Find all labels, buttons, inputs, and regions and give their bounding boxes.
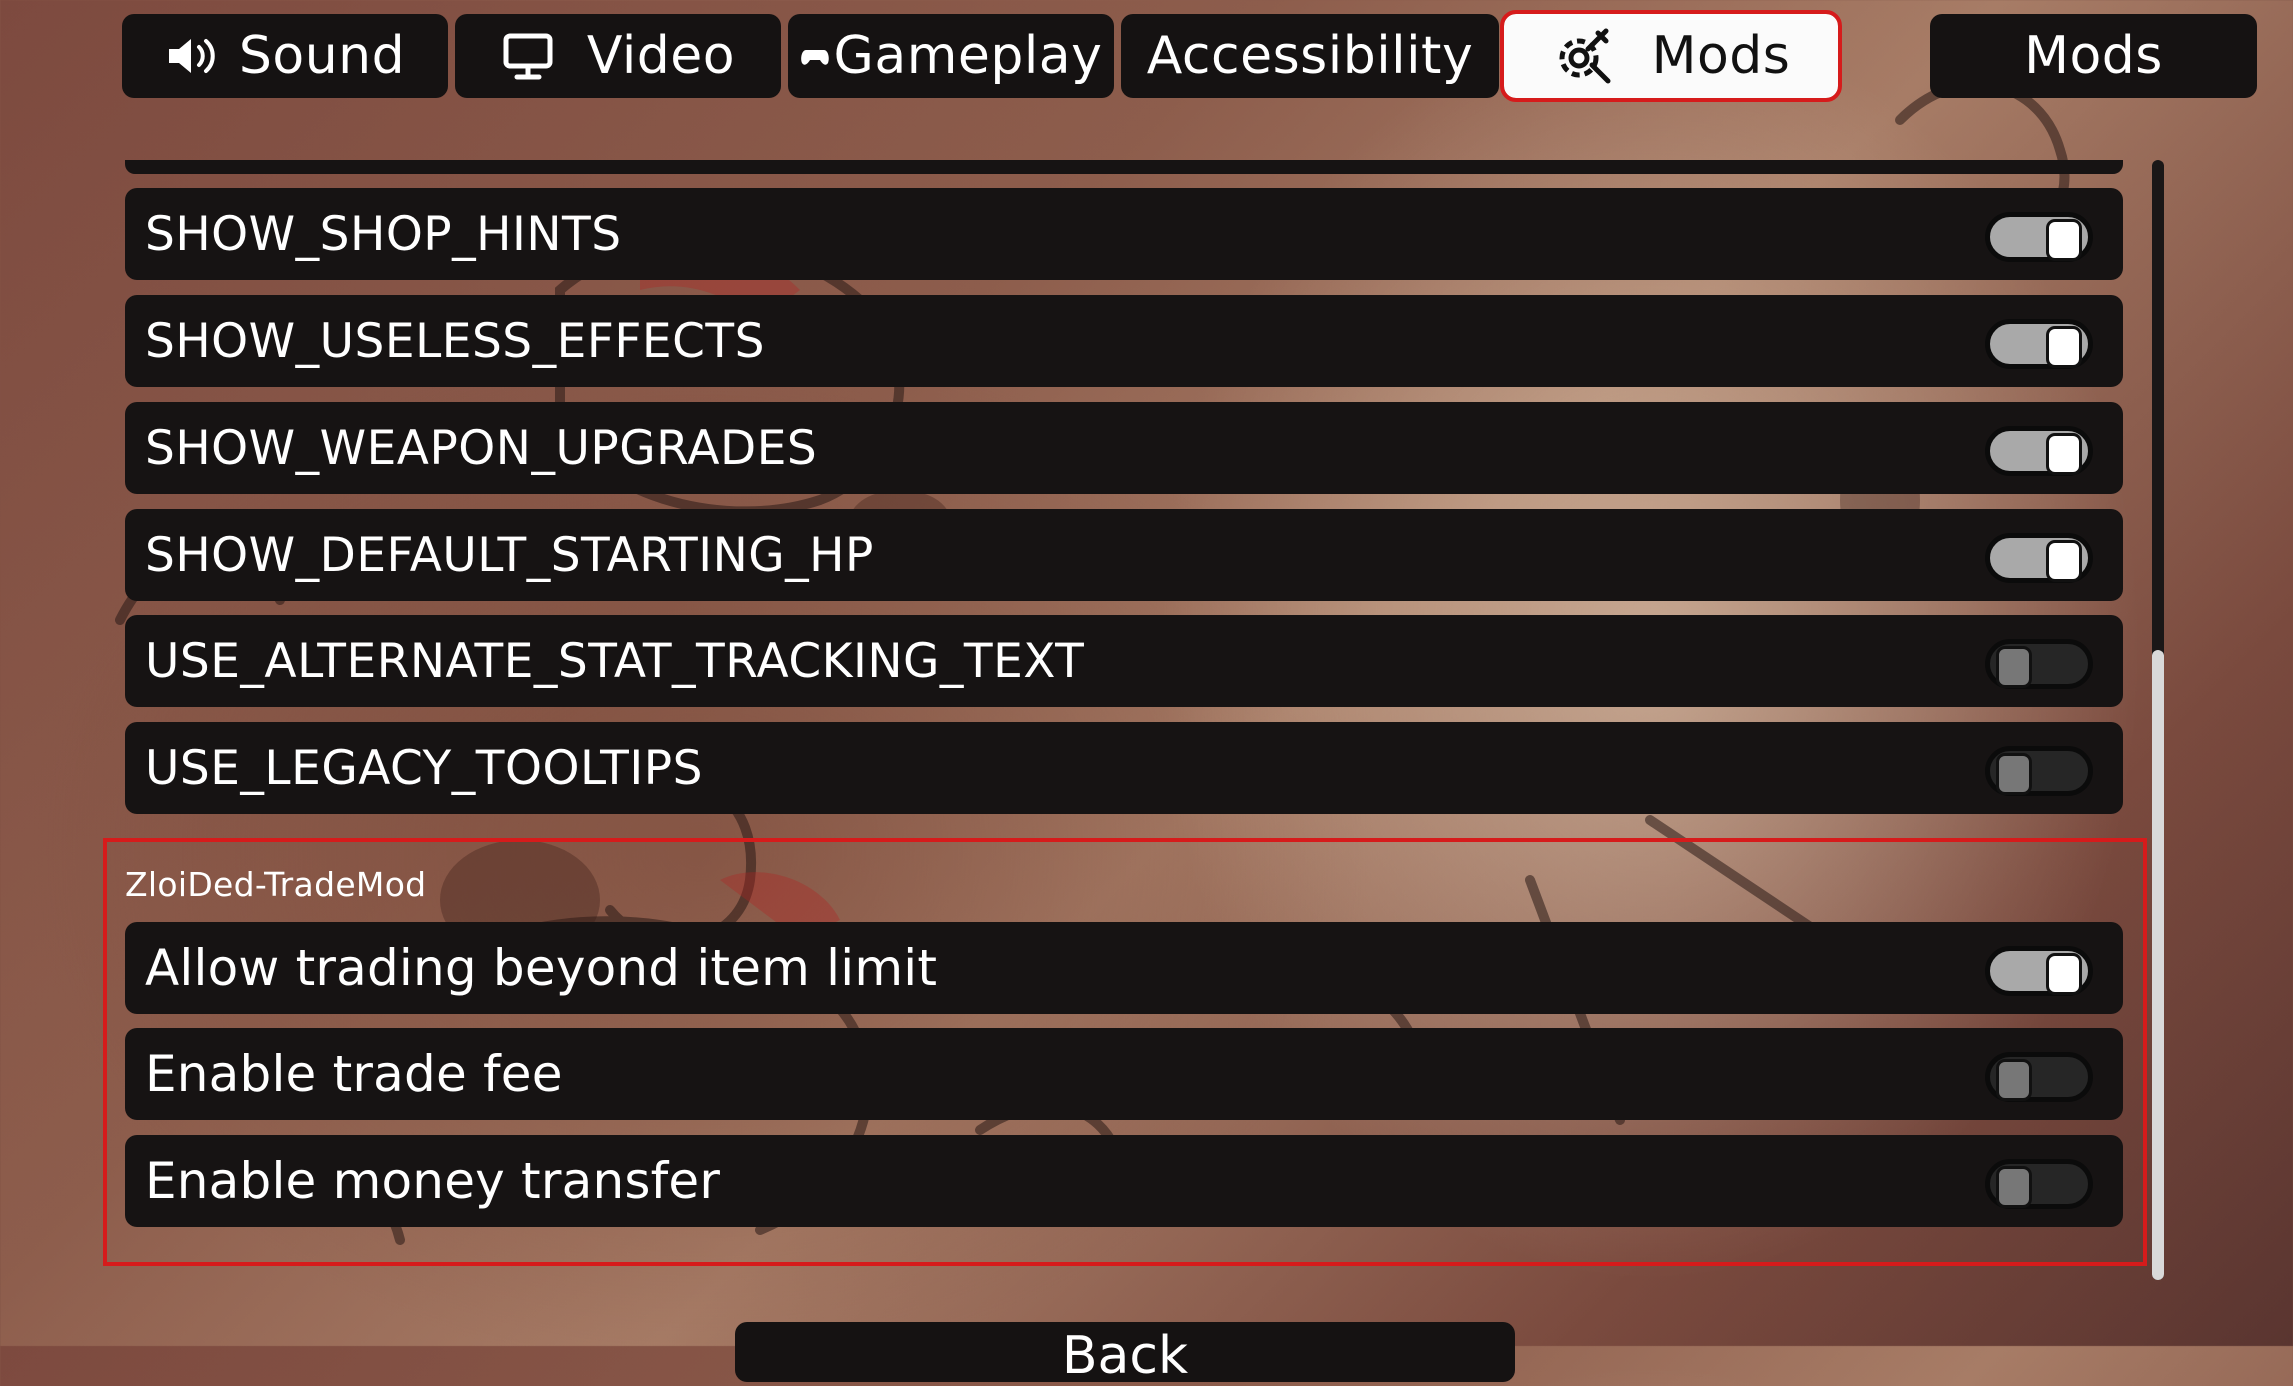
gear-wrench-icon: [1552, 25, 1614, 87]
setting-row[interactable]: SHOW_DEFAULT_STARTING_HP: [125, 509, 2123, 601]
tab-label: Video: [586, 26, 736, 86]
back-label: Back: [1061, 1326, 1189, 1386]
mod-section-title: ZloiDed-TradeMod: [125, 865, 427, 904]
monitor-icon: [501, 31, 557, 81]
tab-gameplay[interactable]: Gameplay: [788, 14, 1114, 98]
toggle-knob: [1996, 1059, 2032, 1101]
setting-label: USE_ALTERNATE_STAT_TRACKING_TEXT: [145, 633, 1085, 689]
toggle-knob: [2046, 326, 2082, 368]
toggle-knob: [2046, 540, 2082, 582]
toggle-switch[interactable]: [1985, 1052, 2093, 1102]
toggle-switch[interactable]: [1985, 533, 2093, 583]
mod-option-label: Enable trade fee: [145, 1045, 563, 1103]
toggle-knob: [1996, 646, 2032, 688]
toggle-switch[interactable]: [1985, 426, 2093, 476]
mod-option-row[interactable]: Allow trading beyond item limit: [125, 922, 2123, 1014]
setting-row[interactable]: SHOW_WEAPON_UPGRADES: [125, 402, 2123, 494]
scrollbar-thumb[interactable]: [2152, 650, 2164, 1280]
toggle-knob: [1996, 1166, 2032, 1208]
tab-label: Gameplay: [833, 26, 1103, 86]
mod-option-row[interactable]: Enable money transfer: [125, 1135, 2123, 1227]
toggle-switch[interactable]: [1985, 212, 2093, 262]
setting-label: SHOW_DEFAULT_STARTING_HP: [145, 527, 874, 583]
setting-label: SHOW_USELESS_EFFECTS: [145, 313, 765, 369]
setting-row[interactable]: USE_ALTERNATE_STAT_TRACKING_TEXT: [125, 615, 2123, 707]
list-top-edge: [125, 160, 2123, 174]
setting-row[interactable]: USE_LEGACY_TOOLTIPS: [125, 722, 2123, 814]
speaker-icon: [165, 31, 221, 81]
setting-row[interactable]: SHOW_USELESS_EFFECTS: [125, 295, 2123, 387]
mods-side-label: Mods: [2024, 26, 2163, 86]
mod-option-label: Enable money transfer: [145, 1152, 721, 1210]
toggle-switch[interactable]: [1985, 319, 2093, 369]
tab-video[interactable]: Video: [455, 14, 781, 98]
toggle-switch[interactable]: [1985, 946, 2093, 996]
toggle-switch[interactable]: [1985, 746, 2093, 796]
toggle-knob: [1996, 753, 2032, 795]
tab-sound[interactable]: Sound: [122, 14, 448, 98]
toggle-switch[interactable]: [1985, 1159, 2093, 1209]
toggle-knob: [2046, 219, 2082, 261]
tab-label: Accessibility: [1146, 26, 1474, 86]
setting-row[interactable]: SHOW_SHOP_HINTS: [125, 188, 2123, 280]
setting-label: SHOW_SHOP_HINTS: [145, 206, 622, 262]
back-button[interactable]: Back: [735, 1322, 1515, 1386]
tab-mods[interactable]: Mods: [1500, 10, 1842, 102]
mods-side-button[interactable]: Mods: [1930, 14, 2257, 98]
setting-label: USE_LEGACY_TOOLTIPS: [145, 740, 703, 796]
mod-option-label: Allow trading beyond item limit: [145, 939, 938, 997]
tab-label: Sound: [238, 26, 406, 86]
mod-option-row[interactable]: Enable trade fee: [125, 1028, 2123, 1120]
toggle-switch[interactable]: [1985, 639, 2093, 689]
tab-label: Mods: [1651, 26, 1791, 86]
toggle-knob: [2046, 433, 2082, 475]
toggle-knob: [2046, 953, 2082, 995]
setting-label: SHOW_WEAPON_UPGRADES: [145, 420, 818, 476]
tab-accessibility[interactable]: Accessibility: [1121, 14, 1499, 98]
gamepad-icon: [800, 44, 830, 68]
